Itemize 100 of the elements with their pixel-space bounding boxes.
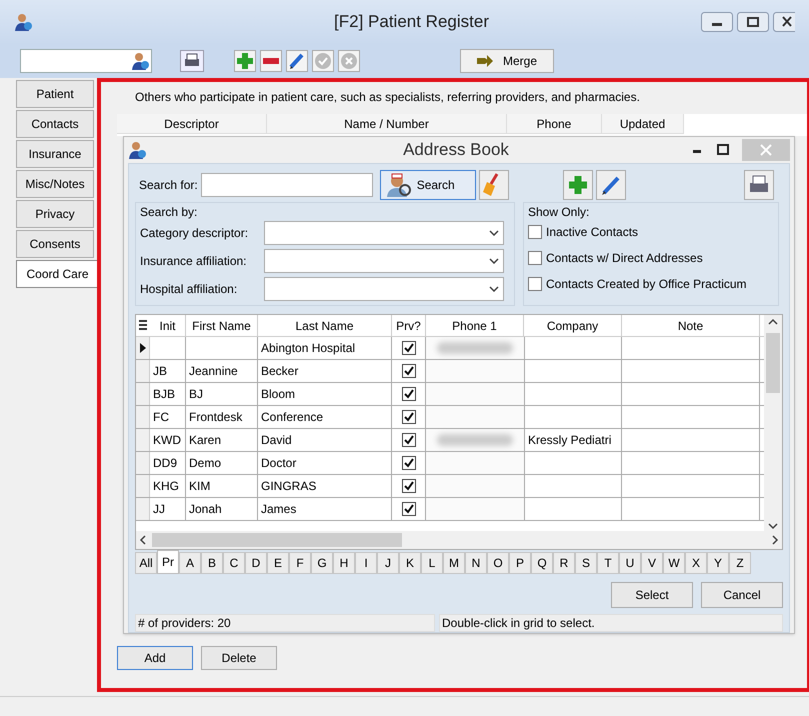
dialog-button[interactable]: Cancel — [701, 582, 783, 608]
chevron-left-icon — [138, 535, 148, 545]
side-tab[interactable]: Privacy — [16, 200, 94, 228]
column-header: Phone — [507, 114, 602, 134]
letter-tab[interactable]: M — [443, 552, 465, 574]
checkbox[interactable] — [402, 341, 416, 355]
table-cell: Conference — [258, 406, 392, 428]
column-header[interactable]: Note — [622, 315, 760, 336]
patient-search-field[interactable] — [20, 49, 152, 73]
letter-tab[interactable]: R — [553, 552, 575, 574]
letter-tab[interactable]: B — [201, 552, 223, 574]
side-tab[interactable]: Consents — [16, 230, 94, 258]
pencil-button[interactable] — [596, 170, 626, 200]
cancel-button[interactable] — [338, 50, 360, 72]
checkbox[interactable] — [528, 251, 542, 265]
letter-tab[interactable]: P — [509, 552, 531, 574]
check-icon — [404, 504, 414, 514]
letter-tab[interactable]: W — [663, 552, 685, 574]
side-tab[interactable]: Contacts — [16, 110, 94, 138]
column-header[interactable]: Prv? — [392, 315, 426, 336]
column-header[interactable]: Company — [524, 315, 622, 336]
table-cell: Abington Hospital — [258, 337, 392, 359]
checkbox[interactable] — [402, 456, 416, 470]
column-header[interactable]: Phone 1 — [426, 315, 524, 336]
letter-tab[interactable]: F — [289, 552, 311, 574]
letter-tab[interactable]: I — [355, 552, 377, 574]
dropdown-field[interactable] — [264, 221, 504, 245]
broom-button[interactable] — [478, 170, 509, 200]
side-tab[interactable]: Misc/Notes — [16, 170, 94, 198]
letter-tab[interactable]: D — [245, 552, 267, 574]
table-cell: Demo — [186, 452, 258, 474]
checkbox[interactable] — [402, 479, 416, 493]
side-tab[interactable]: Patient — [16, 80, 94, 108]
maximize-button[interactable] — [716, 143, 730, 157]
column-header[interactable]: Init — [150, 315, 186, 336]
side-tab[interactable]: Coord Care — [16, 260, 99, 288]
checkbox[interactable] — [528, 277, 542, 291]
letter-tab[interactable]: X — [685, 552, 707, 574]
side-tab[interactable]: Insurance — [16, 140, 94, 168]
table-cell: Doctor — [258, 452, 392, 474]
letter-tab[interactable]: H — [333, 552, 355, 574]
add-button[interactable] — [234, 50, 256, 72]
table-cell: JJ — [150, 498, 186, 520]
horizontal-scrollbar[interactable] — [136, 531, 782, 549]
search-button[interactable]: Search — [380, 170, 476, 200]
letter-tab[interactable]: Pr — [157, 550, 179, 574]
table-cell: Jonah — [186, 498, 258, 520]
letter-tab[interactable]: S — [575, 552, 597, 574]
panel-button[interactable]: Delete — [201, 646, 277, 670]
close-button[interactable] — [773, 12, 795, 32]
letter-tab[interactable]: G — [311, 552, 333, 574]
maximize-button[interactable] — [737, 12, 769, 32]
table-cell: FC — [150, 406, 186, 428]
checkbox[interactable] — [402, 502, 416, 516]
pencil-button[interactable] — [286, 50, 308, 72]
letter-tab[interactable]: N — [465, 552, 487, 574]
letter-tab[interactable]: Z — [729, 552, 751, 574]
check-button[interactable] — [312, 50, 334, 72]
letter-tab[interactable]: C — [223, 552, 245, 574]
letter-tab[interactable]: Y — [707, 552, 729, 574]
letter-tab[interactable]: E — [267, 552, 289, 574]
checkbox[interactable] — [528, 225, 542, 239]
letter-tab[interactable]: A — [179, 552, 201, 574]
table-cell: BJB — [150, 383, 186, 405]
letter-tab[interactable]: Q — [531, 552, 553, 574]
column-header[interactable]: First Name — [186, 315, 258, 336]
checkbox[interactable] — [402, 364, 416, 378]
letter-tab[interactable]: U — [619, 552, 641, 574]
letter-tab[interactable]: O — [487, 552, 509, 574]
checkbox[interactable] — [402, 433, 416, 447]
add-button[interactable] — [562, 170, 593, 200]
checkbox[interactable] — [402, 410, 416, 424]
merge-button[interactable]: Merge — [460, 49, 554, 73]
chevron-right-icon — [770, 535, 780, 545]
scroll-thumb[interactable] — [766, 333, 780, 393]
chevron-down-icon — [489, 230, 499, 236]
letter-tab[interactable]: T — [597, 552, 619, 574]
letter-tab[interactable]: All — [135, 552, 157, 574]
letter-tab[interactable]: K — [399, 552, 421, 574]
panel-button[interactable]: Add — [117, 646, 193, 670]
column-header: Updated — [602, 114, 684, 134]
dialog-button[interactable]: Select — [611, 582, 693, 608]
letter-tab[interactable]: J — [377, 552, 399, 574]
scroll-thumb[interactable] — [152, 533, 402, 547]
minimize-button[interactable] — [701, 12, 733, 32]
search-field[interactable] — [200, 173, 373, 197]
printer-button[interactable] — [744, 170, 774, 200]
row-indicator[interactable] — [136, 337, 150, 359]
dropdown-field[interactable] — [264, 277, 504, 301]
checkbox[interactable] — [402, 387, 416, 401]
letter-tab[interactable]: V — [641, 552, 663, 574]
table-cell: Karen — [186, 429, 258, 451]
letter-tab[interactable]: L — [421, 552, 443, 574]
column-header[interactable]: Last Name — [258, 315, 392, 336]
field-label: Hospital affiliation: — [140, 281, 238, 298]
vertical-scrollbar[interactable] — [764, 315, 782, 533]
dropdown-field[interactable] — [264, 249, 504, 273]
window-title: [F2] Patient Register — [334, 11, 489, 34]
printer-button[interactable] — [180, 50, 204, 72]
remove-button[interactable] — [260, 50, 282, 72]
